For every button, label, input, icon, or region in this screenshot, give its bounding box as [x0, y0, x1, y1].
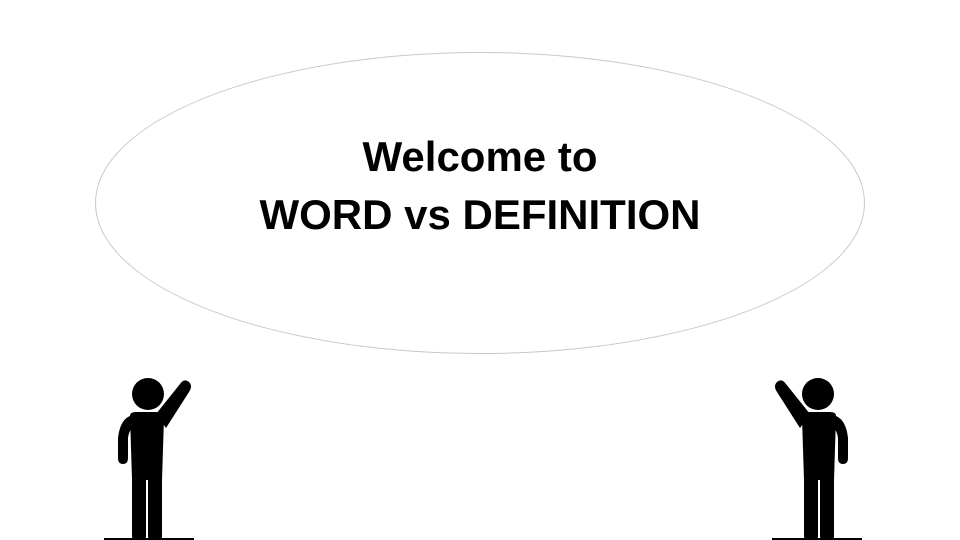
slide-title: Welcome to WORD vs DEFINITION	[95, 128, 865, 244]
title-line-1: Welcome to	[362, 133, 598, 180]
person-waving-icon	[100, 372, 200, 540]
title-line-2: WORD vs DEFINITION	[259, 191, 701, 238]
slide-canvas: Welcome to WORD vs DEFINITION	[0, 0, 960, 540]
person-waving-icon	[766, 372, 866, 540]
